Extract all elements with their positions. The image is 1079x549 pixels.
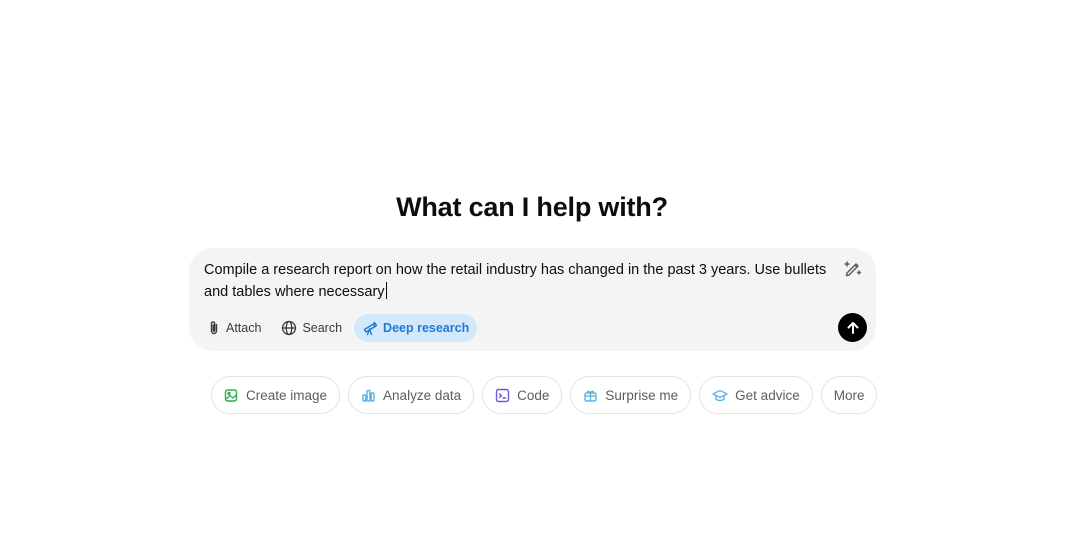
code-label: Code — [517, 387, 550, 403]
attach-button[interactable]: Attach — [199, 314, 269, 342]
paperclip-icon — [210, 321, 218, 335]
analyze-data-label: Analyze data — [383, 387, 462, 403]
graduation-cap-icon — [712, 389, 728, 401]
suggestion-chips: Create image Analyze data Code Surprise … — [211, 376, 878, 414]
telescope-icon — [363, 321, 378, 336]
more-label: More — [833, 387, 865, 403]
gift-icon — [584, 390, 598, 402]
globe-icon — [282, 320, 297, 336]
send-button[interactable] — [838, 313, 867, 342]
deep-research-label: Deep research — [383, 321, 470, 335]
bar-chart-icon — [362, 389, 375, 402]
image-icon — [224, 388, 238, 402]
attach-label: Attach — [226, 321, 262, 335]
prompt-text: Compile a research report on how the ret… — [204, 262, 827, 300]
deep-research-button[interactable]: Deep research — [354, 314, 478, 342]
composer-tools: Attach Search Deep research — [199, 314, 478, 342]
arrow-up-icon — [847, 321, 858, 334]
create-image-label: Create image — [246, 387, 328, 403]
more-chip[interactable]: More — [820, 376, 878, 414]
prompt-input[interactable]: Compile a research report on how the ret… — [204, 259, 839, 303]
surprise-me-label: Surprise me — [605, 387, 679, 403]
chat-home: What can I help with? Compile a research… — [0, 0, 1079, 549]
magic-pen-button[interactable] — [842, 258, 864, 280]
text-caret — [385, 282, 387, 299]
terminal-icon — [495, 388, 510, 402]
get-advice-chip[interactable]: Get advice — [699, 376, 813, 414]
surprise-me-chip[interactable]: Surprise me — [570, 376, 692, 414]
code-chip[interactable]: Code — [482, 376, 563, 414]
magic-pen-icon — [844, 261, 862, 277]
create-image-chip[interactable]: Create image — [211, 376, 341, 414]
search-button[interactable]: Search — [273, 314, 350, 342]
search-label: Search — [302, 321, 343, 335]
get-advice-label: Get advice — [735, 387, 800, 403]
page-title: What can I help with? — [396, 192, 668, 222]
analyze-data-chip[interactable]: Analyze data — [348, 376, 475, 414]
prompt-composer: Compile a research report on how the ret… — [189, 248, 876, 351]
